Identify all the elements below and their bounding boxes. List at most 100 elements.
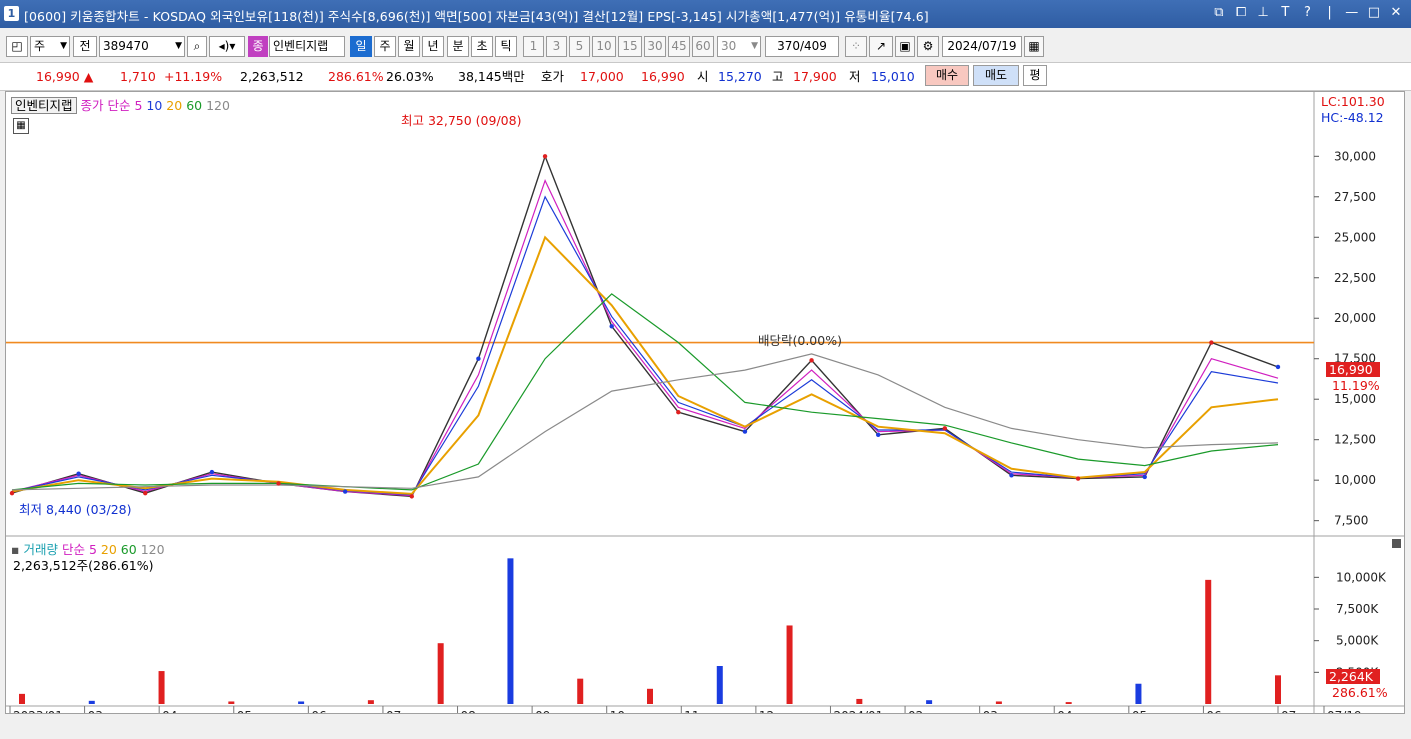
save-icon[interactable]: ▣ <box>895 36 915 57</box>
volume-bar <box>647 688 653 704</box>
volume-bar <box>926 700 933 704</box>
open-price: 15,270 <box>718 69 762 84</box>
panel-name-tag[interactable]: 인벤티지랩 <box>11 97 77 114</box>
buy-button[interactable]: 매수 <box>925 65 969 86</box>
search-icon[interactable]: ⌕ <box>187 36 207 57</box>
calendar-icon[interactable]: ▦ <box>1024 36 1044 57</box>
x-axis-label: 07/19 <box>1327 709 1362 713</box>
volume-bar <box>1275 675 1281 704</box>
price-series-lines <box>9 154 1281 499</box>
scale-icon[interactable]: ⁘ <box>845 36 867 57</box>
tab-tick[interactable]: 틱 <box>495 36 517 57</box>
minute-option-1[interactable]: 1 <box>523 36 544 57</box>
volume-y-tick-label: 10,000K <box>1336 570 1387 584</box>
close-price-point <box>1275 364 1281 370</box>
pin-icon[interactable]: ⊥ <box>1254 5 1272 20</box>
stock-code-input[interactable]: 389470 ▼ <box>99 36 185 57</box>
volume-bar <box>507 558 514 704</box>
close-price-point <box>9 490 15 496</box>
sell-button[interactable]: 매도 <box>973 65 1019 86</box>
x-axis-label: 09 <box>535 709 550 713</box>
tab-minute[interactable]: 분 <box>447 36 469 57</box>
ma-120-label: 120 <box>206 98 230 113</box>
line-tool-icon[interactable]: ↗ <box>869 36 893 57</box>
gear-icon[interactable]: ⚙ <box>917 36 939 57</box>
panel-menu-icon[interactable] <box>1392 539 1401 548</box>
chevron-down-icon: ▼ <box>60 41 67 51</box>
up-arrow-icon: ▲ <box>83 69 94 84</box>
window-titlebar: 1 [0600] 키움종합차트 - KOSDAQ 외국인보유[118(천)] 주… <box>0 0 1411 28</box>
close-price-point <box>676 409 681 415</box>
minute-option-15[interactable]: 15 <box>618 36 642 57</box>
price-change-pct: +11.19% <box>164 69 223 84</box>
volume: 2,263,512 <box>240 69 304 84</box>
volume-y-axis: 2,500K5,000K7,500K10,000K <box>1314 570 1387 679</box>
close-price-point <box>342 489 348 494</box>
x-axis-label: 12 <box>759 709 774 713</box>
volume-bar <box>367 700 374 704</box>
lowest-price-annotation: 최저 8,440 (03/28) <box>19 502 132 517</box>
minimize-icon[interactable]: — <box>1343 5 1361 20</box>
trade-amount: 38,145백만 <box>458 69 525 84</box>
count-input[interactable]: 370/409 <box>765 36 839 57</box>
current-volume-pct-tag: 286.61% <box>1332 685 1388 700</box>
price-y-tick-label: 22,500 <box>1334 271 1376 285</box>
layout-toggle-icon[interactable]: ◰ <box>6 36 28 57</box>
stock-badge: 종 <box>248 36 268 57</box>
x-axis-label: 2024/01 <box>833 709 883 713</box>
maximize-icon[interactable]: □ <box>1365 5 1383 20</box>
x-axis-label: 02 <box>908 709 923 713</box>
tab-week[interactable]: 주 <box>374 36 396 57</box>
minute-option-3[interactable]: 3 <box>546 36 567 57</box>
low-price: 15,010 <box>871 69 915 84</box>
tab-month[interactable]: 월 <box>398 36 420 57</box>
current-volume-tag: 2,264K <box>1326 669 1380 684</box>
eval-button[interactable]: 평 <box>1023 65 1047 86</box>
market-select[interactable]: 주 ▼ <box>30 36 70 57</box>
layout-icon[interactable]: ⧉ <box>1210 5 1228 20</box>
x-axis-label: 07 <box>1281 709 1296 713</box>
price-y-tick-label: 20,000 <box>1334 311 1376 325</box>
tab-day[interactable]: 일 <box>350 36 372 57</box>
volume-bar <box>88 700 95 704</box>
window-number-icon[interactable]: 1 <box>4 6 19 21</box>
all-button[interactable]: 전 <box>73 36 97 57</box>
ma-5-label: 5 <box>134 98 143 113</box>
minute-option-5[interactable]: 5 <box>569 36 590 57</box>
grid-table-icon[interactable]: ▦ <box>13 118 29 134</box>
price-y-tick-label: 12,500 <box>1334 433 1376 447</box>
close-price-point <box>76 471 81 476</box>
close-price-point <box>1209 340 1214 345</box>
price-y-tick-label: 10,000 <box>1334 473 1376 487</box>
interval-select[interactable]: 30 ▼ <box>717 36 761 57</box>
tab-second[interactable]: 초 <box>471 36 493 57</box>
current-pct-tag: 11.19% <box>1332 378 1380 393</box>
ma-60-line <box>11 293 1279 491</box>
date-input[interactable]: 2024/07/19 <box>942 36 1022 57</box>
chart-area[interactable]: 7,500 10,000 12,500 15,000 17,500 20,000 22,50… <box>5 91 1405 714</box>
volume-y-tick-label: 5,000K <box>1336 634 1379 648</box>
restore-window-icon[interactable]: ⧠ <box>1232 5 1250 20</box>
minute-option-10[interactable]: 10 <box>592 36 616 57</box>
close-price-point <box>742 429 748 434</box>
help-icon[interactable]: ? <box>1298 5 1316 20</box>
interval-value: 30 <box>721 39 737 53</box>
current-price-tag: 16,990 <box>1326 362 1380 377</box>
chart-canvas[interactable]: 7,50010,00012,50015,00017,50020,00022,50… <box>6 92 1404 713</box>
ma-20-label: 20 <box>166 98 183 113</box>
stock-name[interactable]: 인벤티지랩 <box>269 36 345 57</box>
minute-option-30[interactable]: 30 <box>644 36 666 57</box>
close-icon[interactable]: ✕ <box>1387 5 1405 20</box>
lc-label: LC:101.30 <box>1321 94 1385 109</box>
tab-year[interactable]: 년 <box>422 36 444 57</box>
font-icon[interactable]: T <box>1276 5 1294 20</box>
x-axis-label: 2023/01 <box>13 709 63 713</box>
minute-option-60[interactable]: 60 <box>692 36 714 57</box>
volume-y-tick-label: 7,500K <box>1336 602 1379 616</box>
sound-icon[interactable]: ◂)▾ <box>209 36 245 57</box>
minute-option-45[interactable]: 45 <box>668 36 690 57</box>
x-axis-label: 06 <box>1206 709 1221 713</box>
volume-bar <box>786 625 793 704</box>
close-price-point <box>942 426 948 431</box>
close-price-point <box>143 490 148 496</box>
